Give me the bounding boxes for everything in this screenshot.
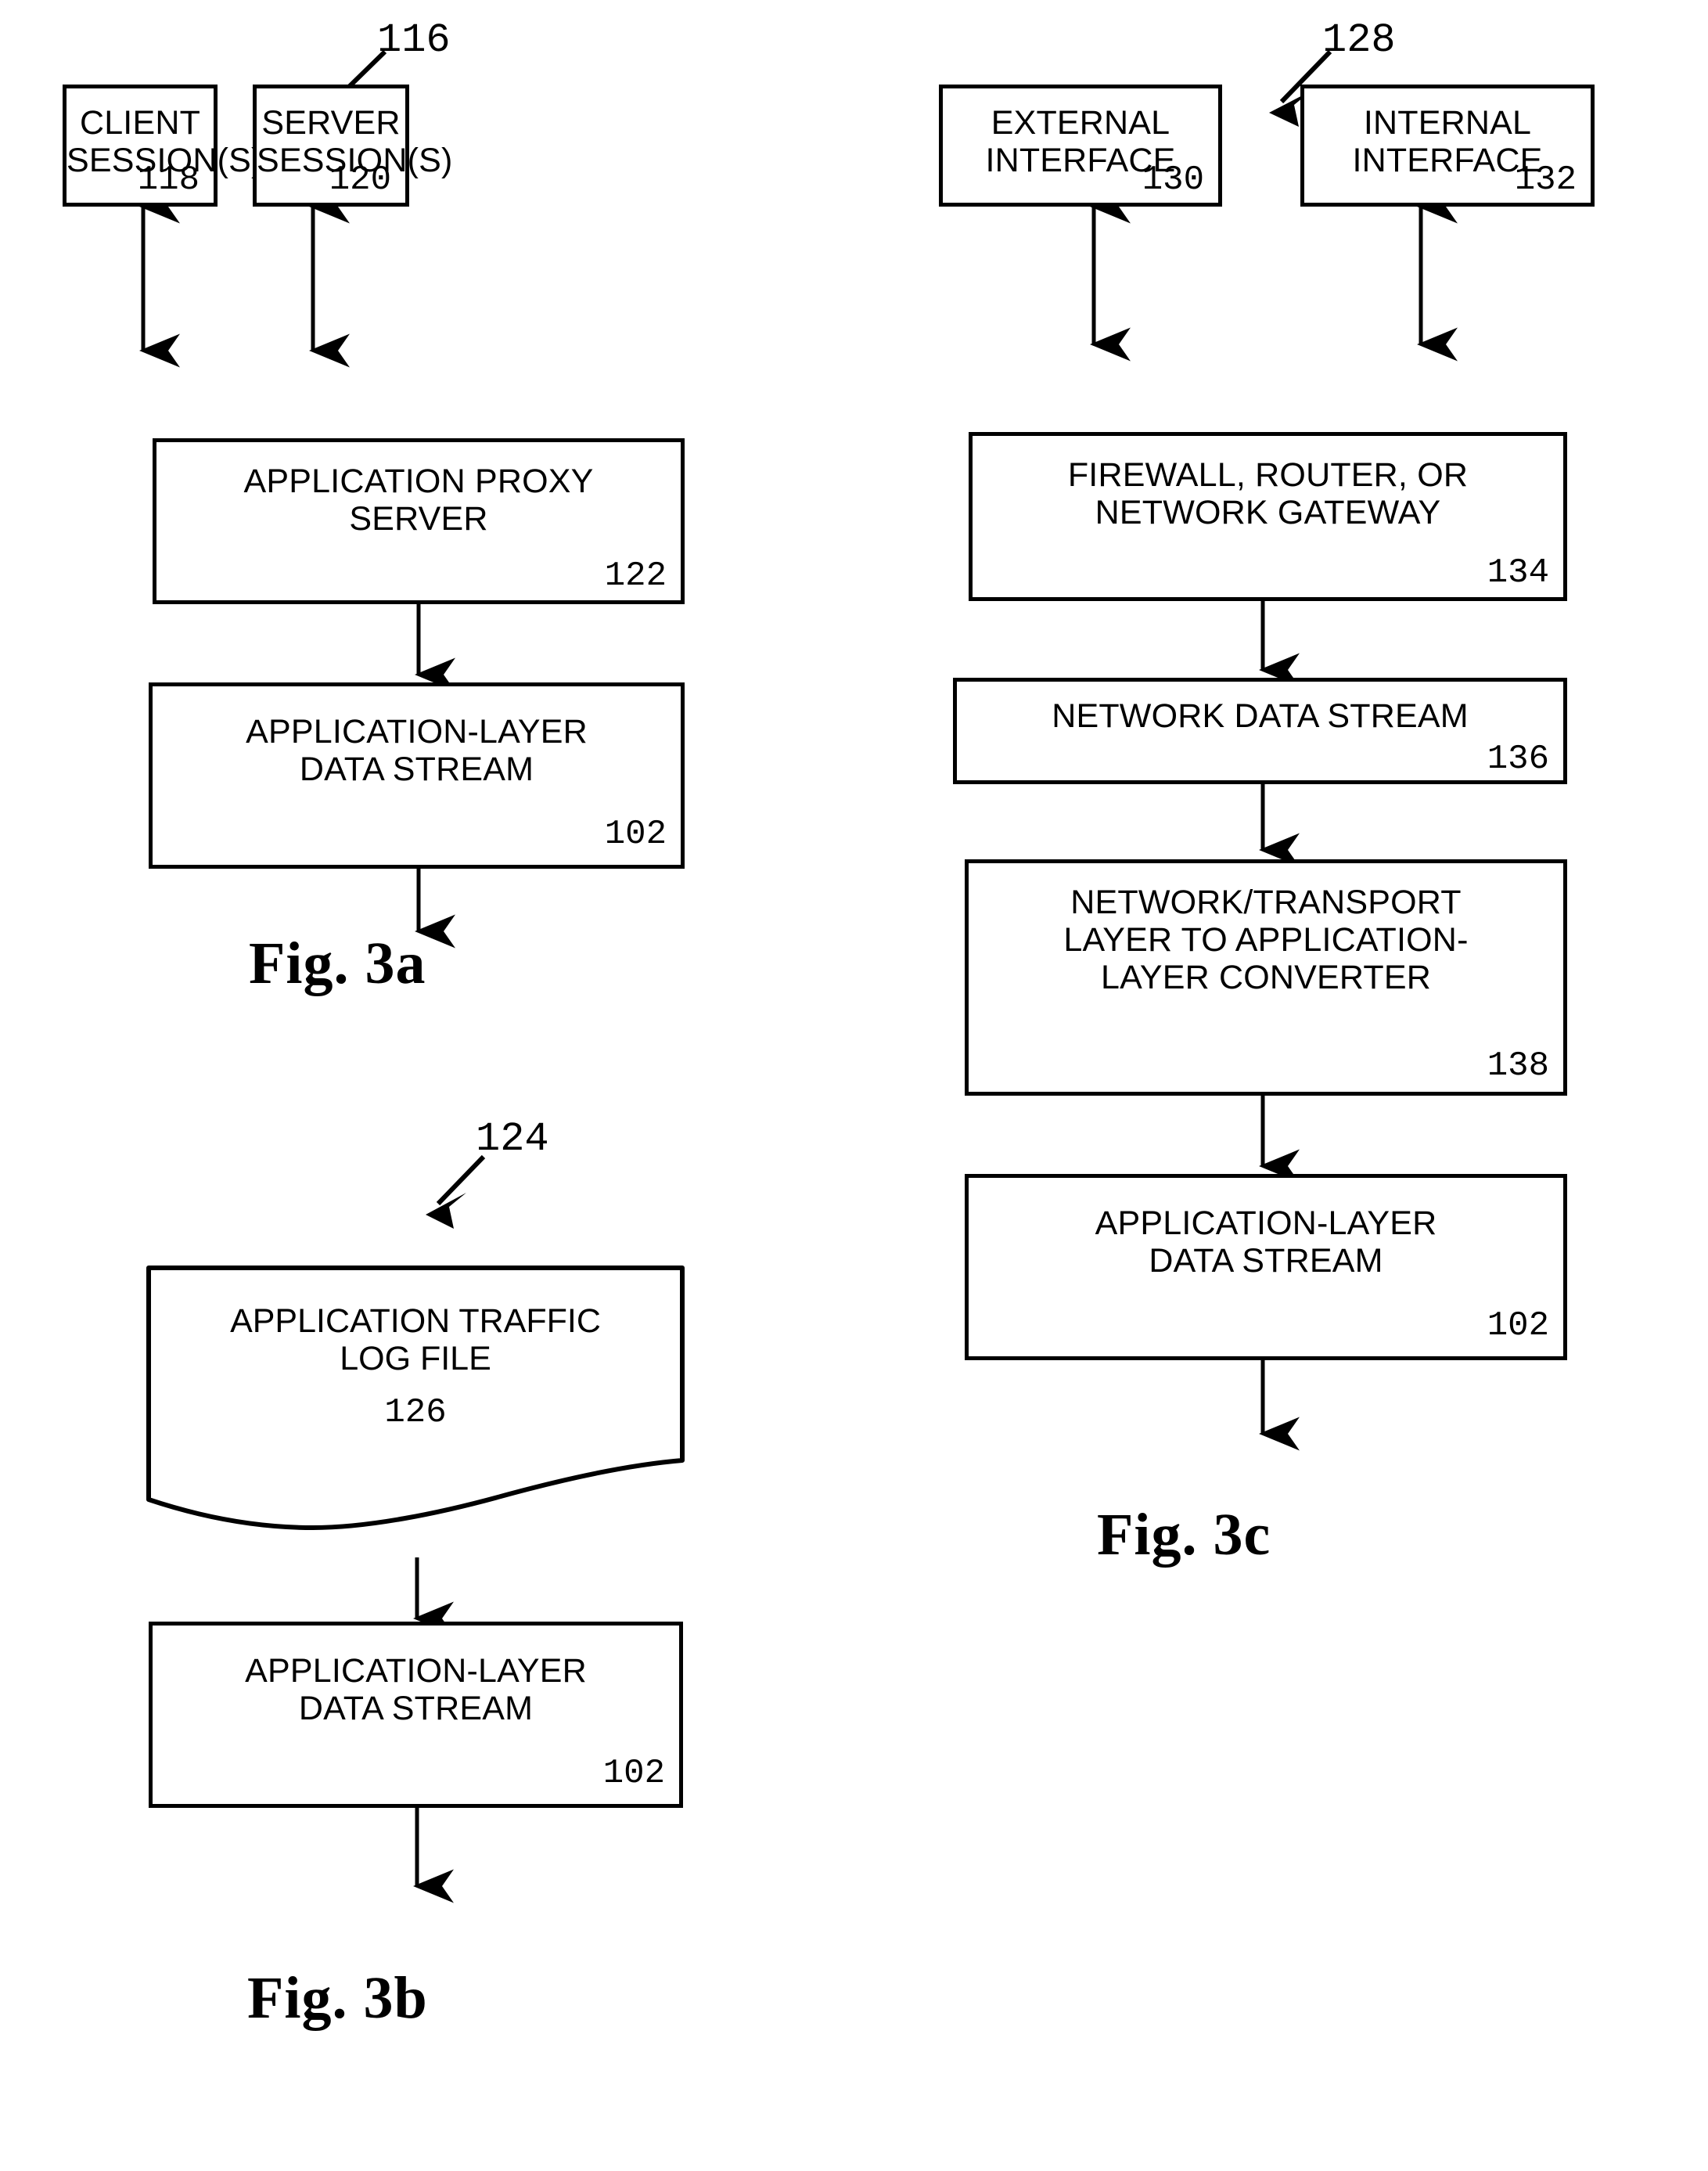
application-layer-data-stream-box-3c[interactable]: APPLICATION-LAYER DATA STREAM 102	[965, 1174, 1567, 1360]
application-traffic-log-file-box[interactable]: APPLICATION TRAFFIC LOG FILE 126	[149, 1268, 682, 1528]
application-layer-data-stream-refnum-3a: 102	[604, 814, 667, 854]
firewall-router-gateway-refnum: 134	[1487, 553, 1549, 592]
application-layer-data-stream-label-3b: APPLICATION-LAYER DATA STREAM	[245, 1652, 587, 1728]
firewall-router-gateway-label: FIREWALL, ROUTER, OR NETWORK GATEWAY	[1067, 456, 1469, 532]
patent-figure-sheet: 116 CLIENT SESSION(S) 118 SERVER SESSION…	[0, 0, 1708, 2171]
figure-caption-3b: Fig. 3b	[247, 1965, 428, 2031]
client-sessions-refnum: 118	[137, 160, 200, 200]
application-layer-data-stream-label-3a: APPLICATION-LAYER DATA STREAM	[246, 713, 588, 789]
network-data-stream-box[interactable]: NETWORK DATA STREAM 136	[953, 678, 1567, 784]
client-sessions-box[interactable]: CLIENT SESSION(S) 118	[63, 85, 262, 207]
internal-interface-box[interactable]: INTERNAL INTERFACE 132	[1300, 85, 1595, 207]
callout-arrow-124	[426, 1154, 486, 1229]
figure-caption-3a: Fig. 3a	[249, 931, 426, 996]
callout-128: 128	[1322, 17, 1396, 63]
network-data-stream-label: NETWORK DATA STREAM	[1052, 697, 1469, 735]
application-layer-data-stream-refnum-3b: 102	[602, 1753, 665, 1793]
firewall-router-gateway-box[interactable]: FIREWALL, ROUTER, OR NETWORK GATEWAY 134	[969, 432, 1567, 601]
application-proxy-server-label: APPLICATION PROXY SERVER	[243, 463, 594, 538]
server-sessions-box[interactable]: SERVER SESSION(S) 120	[253, 85, 452, 207]
external-interface-box[interactable]: EXTERNAL INTERFACE 130	[939, 85, 1222, 207]
converter-label: NETWORK/TRANSPORT LAYER TO APPLICATION- …	[1063, 884, 1469, 997]
callout-116: 116	[377, 17, 451, 63]
callout-124: 124	[476, 1116, 549, 1162]
application-layer-data-stream-box-3a[interactable]: APPLICATION-LAYER DATA STREAM 102	[149, 682, 685, 869]
converter-box[interactable]: NETWORK/TRANSPORT LAYER TO APPLICATION- …	[965, 859, 1567, 1096]
figure-caption-3c: Fig. 3c	[1097, 1502, 1271, 1568]
application-traffic-log-file-refnum: 126	[384, 1393, 447, 1432]
application-layer-data-stream-label-3c: APPLICATION-LAYER DATA STREAM	[1095, 1204, 1437, 1280]
network-data-stream-refnum: 136	[1487, 739, 1549, 779]
application-proxy-server-refnum: 122	[604, 556, 667, 596]
external-interface-refnum: 130	[1142, 160, 1204, 200]
application-layer-data-stream-box-3b[interactable]: APPLICATION-LAYER DATA STREAM 102	[149, 1622, 683, 1808]
converter-refnum: 138	[1487, 1046, 1549, 1086]
application-proxy-server-box[interactable]: APPLICATION PROXY SERVER 122	[153, 438, 685, 604]
application-traffic-log-file-label: APPLICATION TRAFFIC LOG FILE	[230, 1302, 601, 1378]
application-layer-data-stream-refnum-3c: 102	[1487, 1305, 1549, 1345]
internal-interface-refnum: 132	[1514, 160, 1577, 200]
server-sessions-refnum: 120	[329, 160, 391, 200]
